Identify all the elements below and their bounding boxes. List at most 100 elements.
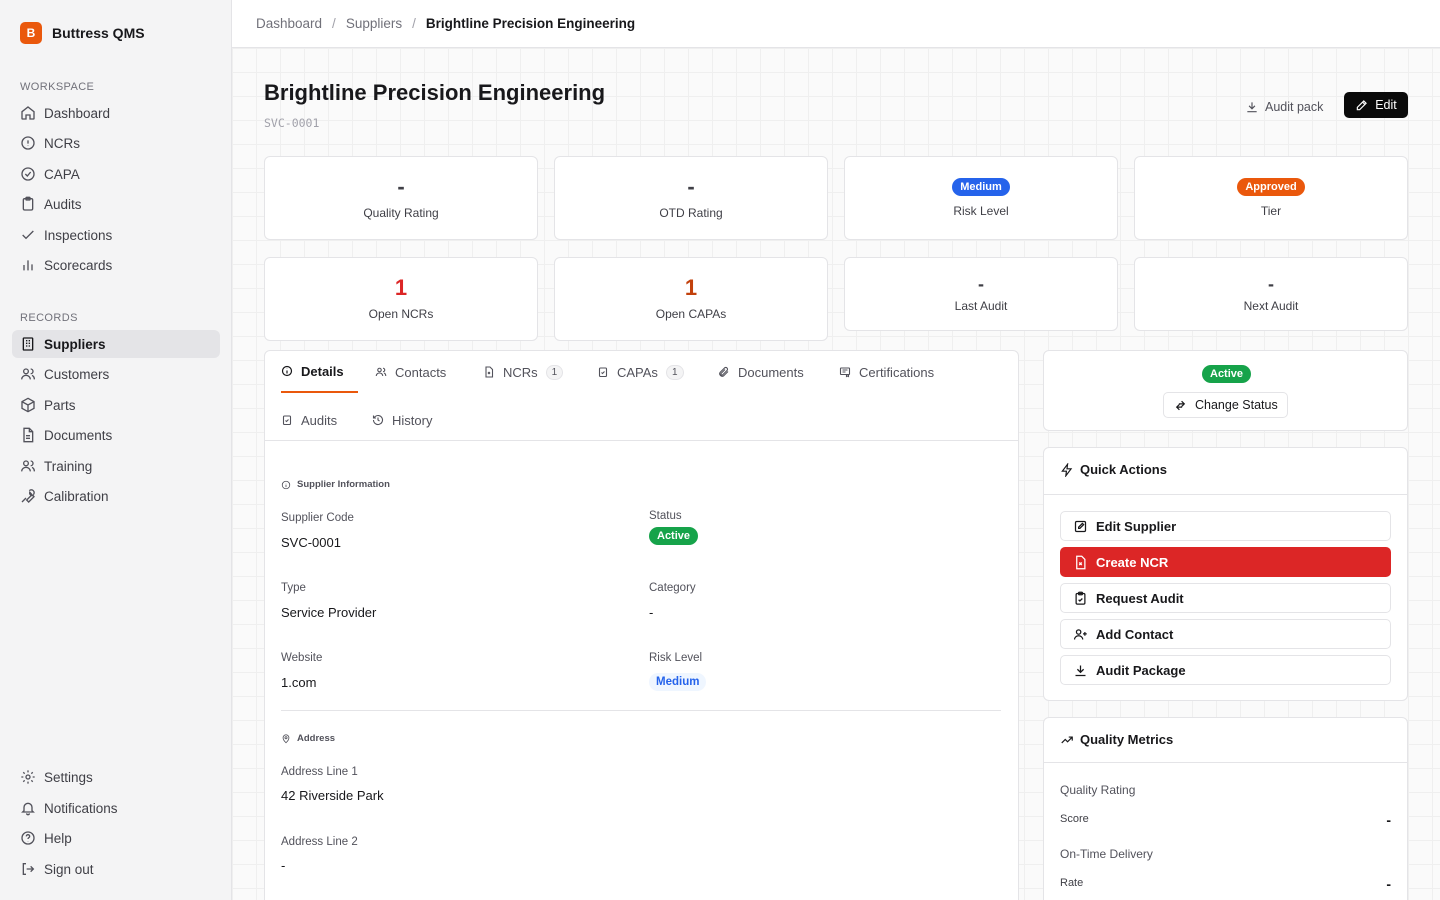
tab-ncrs[interactable]: NCRs 1 — [483, 351, 564, 393]
rate-value: - — [1386, 876, 1391, 892]
stat-value: - — [397, 174, 405, 199]
clipboard-icon — [22, 196, 34, 211]
stat-value: 1 — [394, 275, 408, 300]
package-icon — [21, 397, 35, 413]
tab-label: Documents — [738, 364, 804, 380]
tab-history[interactable]: History — [372, 399, 432, 441]
sidebar-item-audits[interactable]: Audits — [12, 190, 220, 218]
field-label-status: Status — [649, 510, 682, 522]
brand[interactable]: B Buttress QMS — [20, 22, 145, 44]
change-status-label: Change Status — [1195, 398, 1278, 412]
stat-card-next-audit: - Next Audit — [1134, 257, 1408, 331]
sidebar-item-label: Inspections — [44, 227, 113, 243]
sidebar-item-inspections[interactable]: Inspections — [12, 221, 220, 249]
tab-label: Certifications — [859, 364, 935, 380]
add-contact-button[interactable]: Add Contact — [1060, 619, 1391, 649]
breadcrumb-link-dashboard[interactable]: Dashboard — [256, 16, 322, 31]
sidebar-item-dashboard[interactable]: Dashboard — [12, 99, 220, 127]
sidebar-item-suppliers[interactable]: Suppliers — [12, 330, 220, 358]
workspace-section-label: WORKSPACE — [20, 81, 95, 93]
quality-metrics-title: Quality Metrics — [1060, 732, 1173, 747]
field-value-supplier-code: SVC-0001 — [281, 535, 341, 550]
stat-card-last-audit: - Last Audit — [844, 257, 1118, 331]
clipboard-check-icon — [282, 415, 292, 426]
change-status-button[interactable]: Change Status — [1163, 392, 1288, 418]
sidebar-item-customers[interactable]: Customers — [12, 360, 220, 388]
download-icon — [1075, 665, 1086, 676]
supplier-info-heading: Supplier Information — [281, 479, 390, 490]
sidebar-item-settings[interactable]: Settings — [12, 763, 220, 791]
section-heading-text: Address — [297, 733, 336, 744]
field-label-address-line-2: Address Line 2 — [281, 836, 358, 848]
edit-button[interactable]: Edit — [1344, 92, 1408, 118]
breadcrumb-separator: / — [332, 16, 336, 31]
panel-divider — [1044, 762, 1407, 763]
sidebar-item-help[interactable]: Help — [12, 824, 220, 852]
sidebar-item-label: Help — [44, 830, 72, 846]
rate-label: Rate — [1060, 877, 1084, 889]
tab-count-badge: 1 — [665, 364, 684, 380]
sidebar-item-label: Dashboard — [44, 105, 111, 121]
records-section-label: RECORDS — [20, 312, 78, 324]
breadcrumb-link-suppliers[interactable]: Suppliers — [346, 16, 402, 31]
stat-card-open-ncrs[interactable]: 1 Open NCRs — [264, 257, 538, 341]
tab-certifications[interactable]: Certifications — [839, 351, 934, 393]
tab-documents[interactable]: Documents — [718, 351, 804, 393]
field-value-address-line-1: 42 Riverside Park — [281, 788, 384, 803]
panel-title-text: Quality Metrics — [1080, 732, 1174, 747]
sidebar-item-label: NCRs — [44, 135, 80, 151]
building-icon — [22, 337, 34, 351]
risk-level-badge: Medium — [649, 673, 707, 691]
sidebar-item-ncrs[interactable]: NCRs — [12, 129, 220, 157]
field-value-category: - — [649, 605, 654, 620]
tab-label: Contacts — [395, 364, 447, 380]
sidebar-item-scorecards[interactable]: Scorecards — [12, 251, 220, 279]
sidebar-item-documents[interactable]: Documents — [12, 421, 220, 449]
score-value: - — [1386, 812, 1391, 828]
stat-value: - — [1268, 274, 1274, 294]
audit-pack-button[interactable]: Audit pack — [1245, 95, 1323, 119]
edit-icon — [1356, 100, 1368, 111]
tab-audits[interactable]: Audits — [281, 399, 337, 441]
gear-icon — [21, 770, 35, 784]
status-badge: Active — [649, 527, 699, 545]
sidebar-item-label: Settings — [44, 769, 93, 785]
stat-card-open-capas[interactable]: 1 Open CAPAs — [554, 257, 828, 341]
arrows-swap-icon — [1175, 400, 1186, 410]
sidebar-item-notifications[interactable]: Notifications — [12, 794, 220, 822]
request-audit-button[interactable]: Request Audit — [1060, 583, 1391, 613]
edit-supplier-button[interactable]: Edit Supplier — [1060, 511, 1391, 541]
info-icon — [281, 365, 293, 377]
breadcrumb: Dashboard / Suppliers / Brightline Preci… — [232, 0, 1440, 48]
sidebar-item-label: Suppliers — [44, 336, 106, 352]
bar-chart-icon — [23, 260, 33, 271]
field-label-type: Type — [281, 582, 306, 594]
users-icon — [21, 368, 35, 380]
stat-label: Open NCRs — [368, 307, 434, 321]
tab-capas[interactable]: CAPAs 1 — [597, 351, 684, 393]
field-label-supplier-code: Supplier Code — [281, 512, 354, 524]
sidebar-item-label: Documents — [44, 427, 113, 443]
action-label: Edit Supplier — [1096, 518, 1177, 534]
address-heading: Address — [281, 733, 335, 744]
check-icon — [22, 230, 34, 240]
sidebar-item-calibration[interactable]: Calibration — [12, 482, 220, 510]
supplier-code-subtitle: SVC-0001 — [264, 116, 320, 130]
sidebar-item-parts[interactable]: Parts — [12, 391, 220, 419]
sidebar-item-sign-out[interactable]: Sign out — [12, 855, 220, 883]
sidebar-item-capa[interactable]: CAPA — [12, 160, 220, 188]
stat-card-quality-rating: - Quality Rating — [264, 156, 538, 240]
download-icon — [1247, 102, 1257, 113]
sidebar: B Buttress QMS WORKSPACE Dashboard NCRs … — [0, 0, 232, 900]
field-value-website[interactable]: 1.com — [281, 675, 316, 690]
panel-divider — [1044, 494, 1407, 495]
tab-contacts[interactable]: Contacts — [375, 351, 446, 393]
score-label: Score — [1060, 813, 1089, 825]
status-badge: Active — [1202, 365, 1252, 383]
create-ncr-button[interactable]: Create NCR — [1060, 547, 1391, 577]
audit-package-button[interactable]: Audit Package — [1060, 655, 1391, 685]
sidebar-item-label: Calibration — [44, 488, 109, 504]
sidebar-item-training[interactable]: Training — [12, 452, 220, 480]
tab-details[interactable]: Details — [281, 351, 358, 393]
file-x-icon — [485, 366, 494, 378]
